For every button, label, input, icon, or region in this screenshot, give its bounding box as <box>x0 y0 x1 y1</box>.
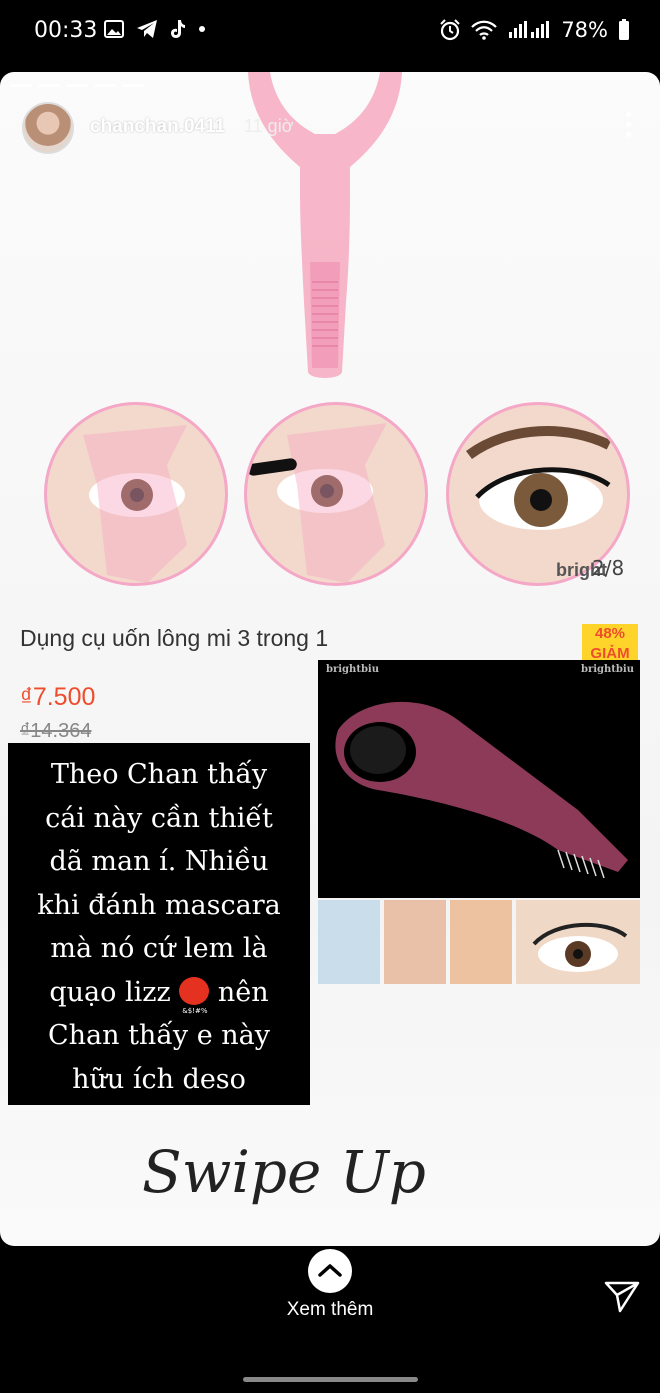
chevron-up-icon <box>318 1264 342 1277</box>
see-more-button[interactable] <box>308 1249 352 1293</box>
product-image: brightbiu brightbiu <box>318 660 640 898</box>
status-time: 00:33 <box>34 18 98 43</box>
eye-image-2 <box>244 402 428 586</box>
swipe-up-label: Swipe Up <box>142 1138 426 1206</box>
signal-icon <box>509 21 550 38</box>
home-indicator[interactable] <box>243 1377 418 1382</box>
story-caption: Theo Chan thấy cái này cần thiết dã man … <box>8 743 310 1105</box>
product-old-price: ₫14.364 <box>20 720 92 742</box>
caption-line: hữu ích deso <box>72 1063 246 1095</box>
caption-fragment: quạo lizz <box>49 976 171 1008</box>
caption-line: mà nó cứ lem là <box>50 933 268 964</box>
product-price: ₫7.500 <box>20 683 96 711</box>
battery-icon <box>619 19 629 40</box>
thumbnail <box>318 900 380 984</box>
post-time: 11 giờ <box>244 116 294 136</box>
story-progress-bar <box>10 84 144 87</box>
eye-image-1 <box>44 402 228 586</box>
story-card[interactable]: chanchan.0411 11 giờ bright 2/8 Dụng cụ … <box>0 72 660 1246</box>
telegram-icon <box>137 20 157 38</box>
more-options-icon[interactable] <box>624 112 632 142</box>
angry-swearing-emoji-icon <box>179 976 210 1033</box>
dot-icon <box>199 26 205 32</box>
caption-line: Chan thấy e này <box>47 1020 271 1051</box>
eye-demo-images <box>44 402 634 586</box>
caption-line: khi đánh mascara <box>37 889 281 921</box>
discount-badge: 48% GIẢM <box>582 624 638 664</box>
caption-line: Theo Chan thấy <box>50 759 268 790</box>
caption-line: dã man í. Nhiều <box>49 846 269 877</box>
status-bar: 00:33 78% <box>0 0 660 64</box>
product-thumbnails <box>318 900 640 984</box>
alarm-icon <box>440 19 461 41</box>
notification-icons <box>104 19 206 39</box>
wifi-icon <box>471 20 498 40</box>
caption-fragment: nên <box>217 976 269 1008</box>
product-title[interactable]: Dụng cụ uốn lông mi 3 trong 1 <box>20 625 328 652</box>
gallery-icon <box>104 20 124 38</box>
see-more-label[interactable]: Xem thêm <box>0 1299 660 1321</box>
avatar[interactable] <box>22 102 74 154</box>
system-icons: 78% <box>439 18 630 42</box>
image-counter: 2/8 <box>592 556 625 580</box>
battery-percent: 78% <box>561 18 608 42</box>
tiktok-icon <box>171 20 185 38</box>
swipe-up-text: Swipe Up <box>142 1138 426 1206</box>
thumbnail <box>450 900 512 984</box>
send-icon[interactable] <box>604 1280 640 1314</box>
caption-line: cái này cần thiết <box>45 802 273 834</box>
caption-line: quạo lizz nên <box>8 971 310 1033</box>
thumbnail <box>516 900 640 984</box>
thumbnail <box>384 900 446 984</box>
username[interactable]: chanchan.0411 <box>90 116 225 138</box>
discount-percent: 48% <box>594 625 626 642</box>
